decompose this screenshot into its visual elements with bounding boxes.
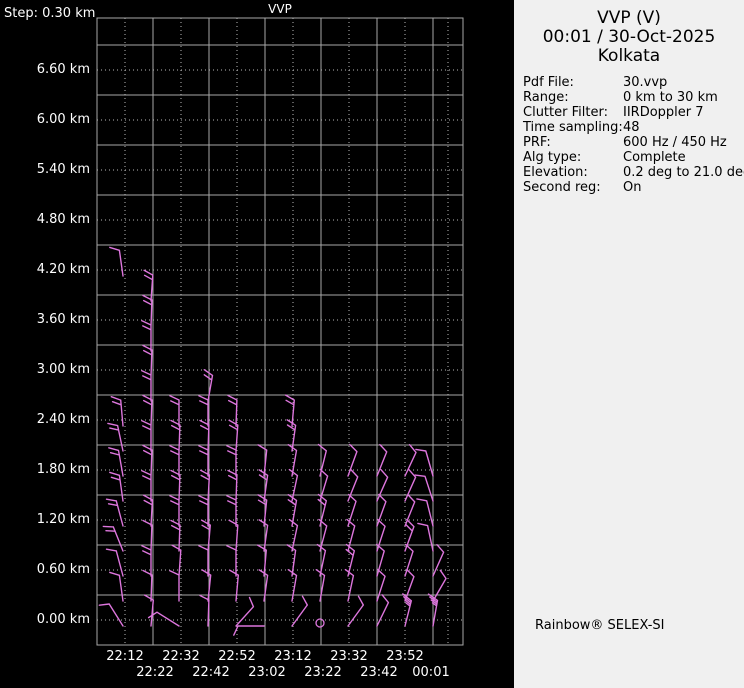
y-axis-label: 4.80 km	[36, 212, 90, 227]
vvp-product-window: Step: 0.30 km VVP 6.60 km 6.00 km 5.40 km 4…	[0, 0, 744, 688]
panel-field-row: PRF: 600 Hz / 450 Hz	[514, 135, 744, 150]
panel-datetime: 00:01 / 30-Oct-2025	[542, 27, 716, 47]
field-value: 600 Hz / 450 Hz	[623, 135, 727, 150]
x-axis-label: 22:22	[136, 665, 174, 680]
field-label: Elevation:	[523, 165, 588, 180]
panel-field-row: Clutter Filter: IIRDoppler 7	[514, 105, 744, 120]
grid-solid-lines	[97, 18, 463, 645]
wind-barb-column-23:12	[284, 394, 308, 627]
field-value: Complete	[623, 150, 686, 165]
info-panel: VVP (V) 00:01 / 30-Oct-2025 Kolkata Pdf …	[514, 0, 744, 688]
panel-field-row: Second reg: On	[514, 180, 744, 195]
calm-wind-symbol	[315, 618, 325, 628]
panel-title: VVP (V)	[597, 8, 661, 28]
x-axis-label: 23:12	[274, 649, 312, 664]
y-axis-label: 1.80 km	[36, 462, 90, 477]
field-value: 0 km to 30 km	[623, 90, 718, 105]
x-axis-label: 22:32	[162, 649, 200, 664]
field-label: Clutter Filter:	[523, 105, 608, 120]
wind-profile-plot: Step: 0.30 km VVP 6.60 km 6.00 km 5.40 km 4…	[0, 0, 513, 688]
wind-barb-column-23:02	[233, 444, 269, 636]
y-axis-label: 6.60 km	[36, 62, 90, 77]
wind-barb-column-22:52	[226, 394, 255, 627]
field-label: Alg type:	[523, 150, 582, 165]
y-axis-label: 1.20 km	[36, 512, 90, 527]
panel-field-row: Elevation: 0.2 deg to 21.0 deg	[514, 165, 744, 180]
x-axis-label: 22:42	[192, 665, 230, 680]
y-axis-label: 4.20 km	[36, 262, 90, 277]
x-axis-label: 00:01	[412, 665, 450, 680]
panel-fields: Pdf File: 30.vvp Range: 0 km to 30 km Clutte…	[514, 75, 744, 195]
brand-footer: Rainbow® SELEX-SI	[535, 618, 665, 633]
field-value: On	[623, 180, 642, 195]
x-axis-label: 22:12	[106, 649, 144, 664]
wind-barb-column-22:12	[98, 246, 124, 627]
x-axis-label: 23:52	[386, 649, 424, 664]
y-axis-label: 0.60 km	[36, 562, 90, 577]
x-axis-label: 23:22	[304, 665, 342, 680]
wind-barb-canvas	[96, 17, 464, 646]
x-axis-label: 23:42	[360, 665, 398, 680]
y-axis-label: 3.00 km	[36, 362, 90, 377]
field-value: 48	[623, 120, 640, 135]
field-label: Pdf File:	[523, 75, 574, 90]
plot-title: VVP	[268, 2, 292, 16]
x-axis-label: 23:02	[248, 665, 286, 680]
field-label: PRF:	[523, 135, 551, 150]
field-value: 30.vvp	[623, 75, 668, 90]
wind-barb-column-00:01	[414, 448, 447, 627]
field-label: Range:	[523, 90, 569, 105]
wind-barb-column-22:22	[141, 269, 154, 627]
panel-field-row: Pdf File: 30.vvp	[514, 75, 744, 90]
wind-barb-column-23:42	[376, 443, 390, 627]
wind-barb-column-23:22	[315, 443, 329, 602]
field-label: Time sampling:	[523, 120, 623, 135]
panel-field-row: Range: 0 km to 30 km	[514, 90, 744, 105]
y-axis-label: 5.40 km	[36, 162, 90, 177]
y-axis-label: 6.00 km	[36, 112, 90, 127]
step-label: Step: 0.30 km	[4, 6, 96, 21]
panel-field-row: Alg type: Complete	[514, 150, 744, 165]
grid-dotted-lines	[97, 18, 463, 645]
y-axis-label: 3.60 km	[36, 312, 90, 327]
plot-border	[96, 17, 464, 646]
x-axis-label: 22:52	[218, 649, 256, 664]
x-axis-label: 23:32	[330, 649, 368, 664]
field-label: Second reg:	[523, 180, 601, 195]
wind-barb-column-23:32	[344, 443, 364, 627]
field-value: IIRDoppler 7	[623, 105, 704, 120]
wind-barb-column-22:42	[198, 369, 214, 627]
panel-site: Kolkata	[597, 46, 661, 66]
y-axis-label: 0.00 km	[36, 612, 90, 627]
y-axis-label: 2.40 km	[36, 412, 90, 427]
panel-field-row: Time sampling: 48	[514, 120, 744, 135]
field-value: 0.2 deg to 21.0 deg	[623, 165, 744, 180]
